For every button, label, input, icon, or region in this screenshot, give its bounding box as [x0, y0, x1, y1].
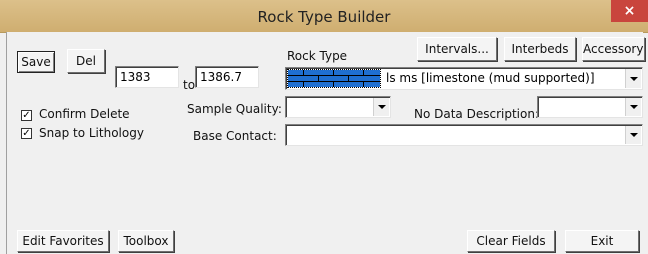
- exit-button[interactable]: Exit: [565, 230, 639, 252]
- sample-quality-select[interactable]: [285, 96, 391, 118]
- chevron-down-icon[interactable]: [373, 98, 389, 116]
- depth-from-input[interactable]: 1383: [115, 66, 179, 88]
- clear-fields-button[interactable]: Clear Fields: [467, 230, 555, 252]
- base-contact-select[interactable]: [285, 124, 643, 146]
- snap-to-lithology-checkbox[interactable]: ✓: [21, 128, 32, 139]
- depth-to-input[interactable]: 1386.7: [195, 66, 259, 88]
- chevron-down-icon[interactable]: [625, 69, 641, 88]
- base-contact-label: Base Contact:: [193, 129, 277, 143]
- save-button[interactable]: Save: [17, 51, 55, 73]
- no-data-description-select[interactable]: [537, 96, 643, 118]
- no-data-description-label: No Data Description:: [414, 107, 539, 121]
- rock-type-value: ls ms [limestone (mud supported)]: [386, 71, 595, 85]
- snap-to-lithology-label: Snap to Lithology: [39, 126, 144, 140]
- limestone-pattern-swatch: [287, 69, 381, 88]
- toolbox-button[interactable]: Toolbox: [118, 230, 174, 252]
- brick-pattern-icon: [288, 70, 380, 87]
- interbeds-button[interactable]: Interbeds: [504, 37, 576, 61]
- close-icon: ×: [623, 3, 636, 19]
- window-title: Rock Type Builder: [257, 8, 391, 26]
- accessory-button[interactable]: Accessory: [582, 37, 645, 61]
- intervals-button[interactable]: Intervals...: [417, 37, 497, 61]
- confirm-delete-checkbox[interactable]: ✓: [21, 110, 32, 121]
- depth-to-label: to: [183, 78, 196, 92]
- close-button[interactable]: ×: [611, 0, 648, 22]
- dialog-body: Save Del 1383 to 1386.7 ✓ Confirm Delete…: [6, 32, 645, 254]
- rock-type-label: Rock Type: [287, 49, 348, 63]
- chevron-down-icon[interactable]: [625, 98, 641, 116]
- sample-quality-label: Sample Quality:: [187, 102, 282, 116]
- edit-favorites-button[interactable]: Edit Favorites: [17, 230, 109, 252]
- rock-type-select[interactable]: ls ms [limestone (mud supported)]: [285, 67, 643, 90]
- confirm-delete-label: Confirm Delete: [39, 107, 130, 121]
- delete-button[interactable]: Del: [67, 49, 105, 73]
- chevron-down-icon[interactable]: [625, 126, 641, 144]
